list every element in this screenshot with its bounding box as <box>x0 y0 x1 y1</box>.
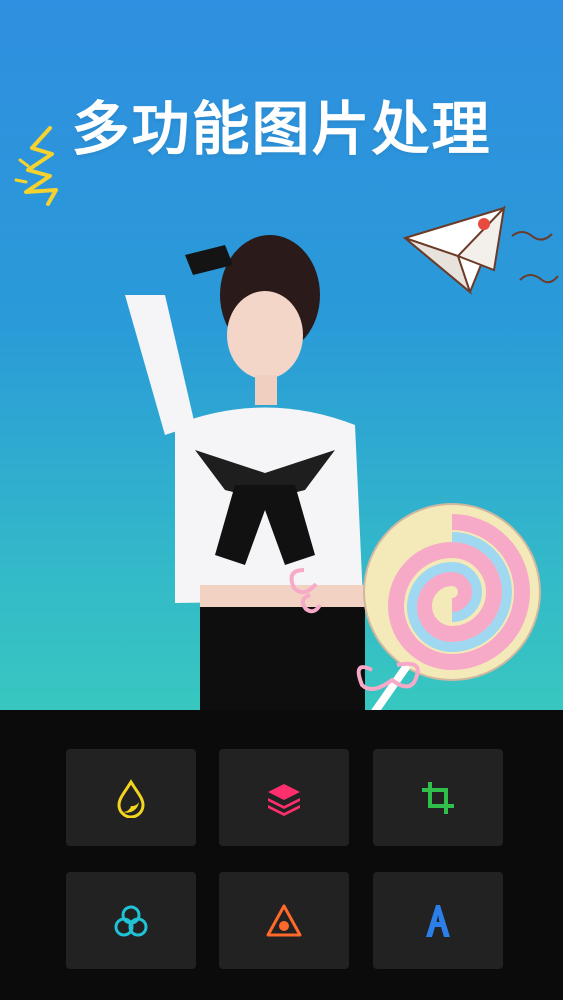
tool-tile-shape[interactable] <box>219 872 349 969</box>
lollipop-sticker <box>289 503 541 710</box>
hero-banner: 多功能图片处理 <box>0 0 563 710</box>
layers-icon <box>268 783 300 816</box>
tool-tile-text[interactable] <box>373 872 503 969</box>
hero-title: 多功能图片处理 <box>71 95 492 163</box>
droplet-icon <box>117 778 145 818</box>
color-circles-icon <box>114 905 148 936</box>
paper-plane-sticker <box>402 204 559 296</box>
tool-tile-layers[interactable] <box>219 749 349 846</box>
tool-tile-adjust[interactable] <box>66 749 196 846</box>
crop-icon <box>422 781 454 814</box>
tool-tile-color-mix[interactable] <box>66 872 196 969</box>
triangle-point-icon <box>266 904 302 936</box>
letter-a-icon <box>426 904 450 937</box>
zigzag-doodle-icon <box>14 126 58 206</box>
tool-tile-crop[interactable] <box>373 749 503 846</box>
